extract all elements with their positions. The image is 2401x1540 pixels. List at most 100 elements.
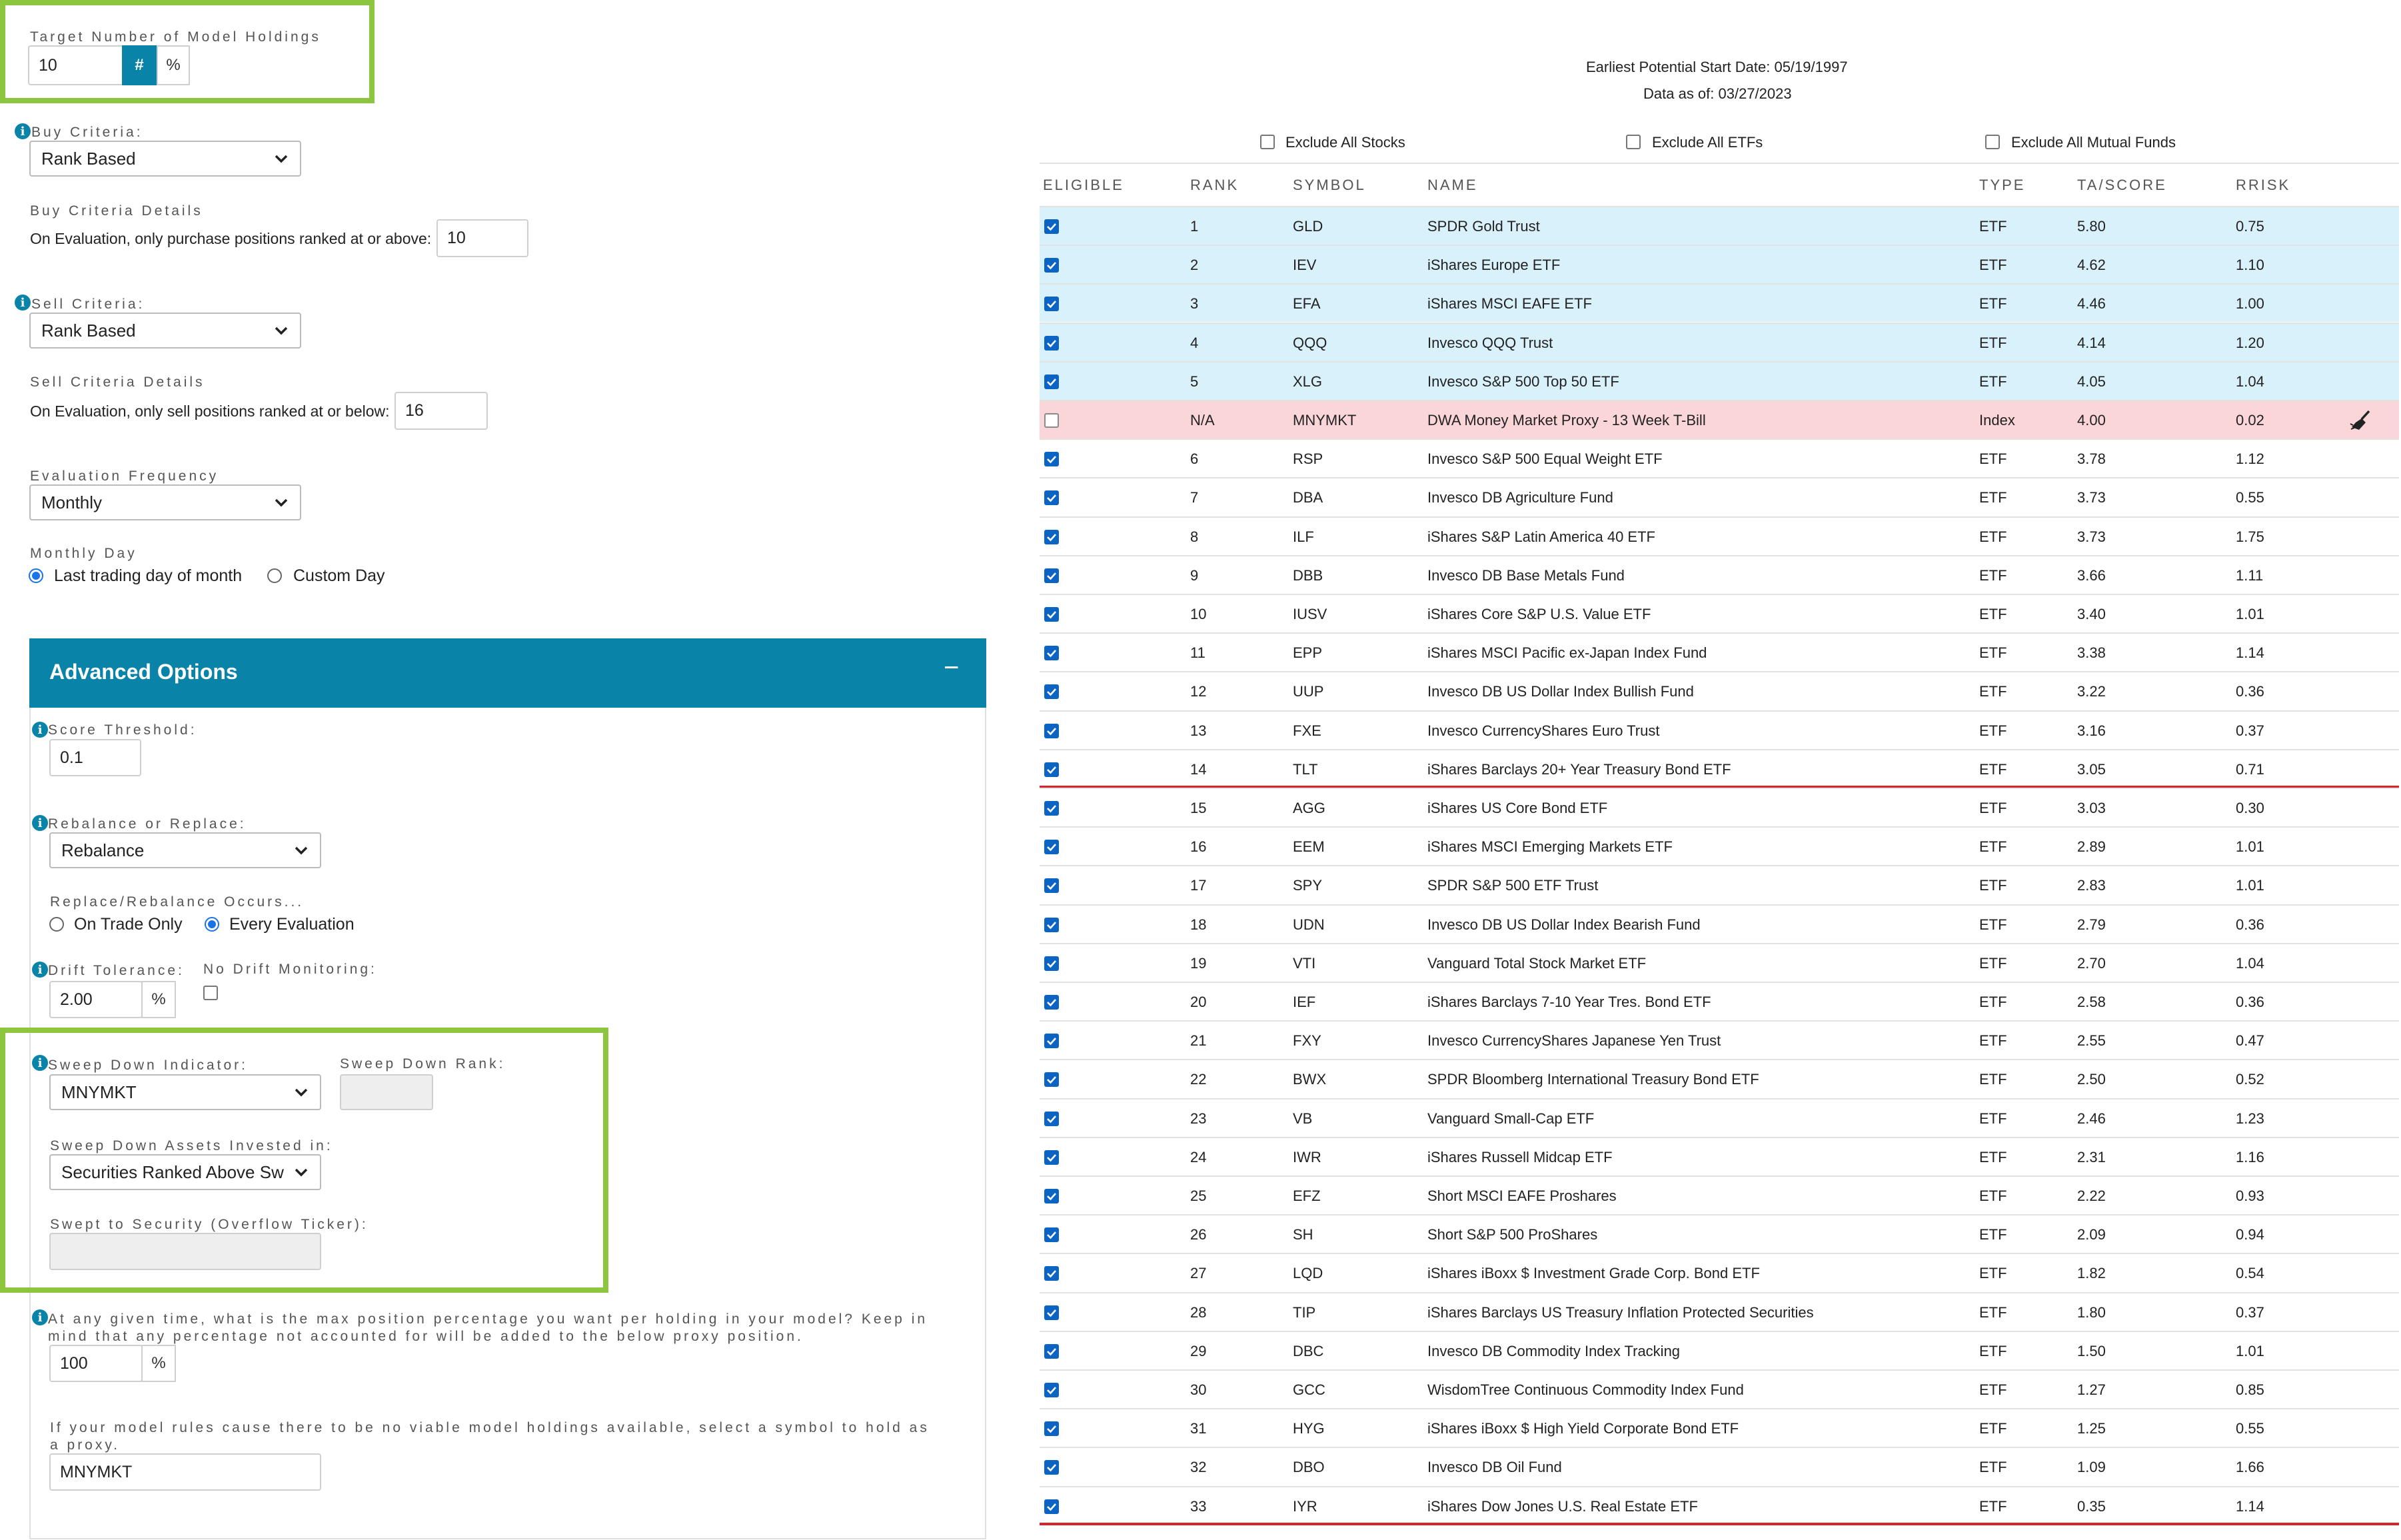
column-header-score[interactable]: TA/SCORE [2077, 177, 2167, 194]
eligible-checkbox[interactable] [1044, 801, 1059, 816]
eligible-checkbox[interactable] [1044, 646, 1059, 660]
column-header-type[interactable]: TYPE [1979, 177, 2025, 194]
eligible-checkbox[interactable] [1044, 1460, 1059, 1475]
table-row[interactable]: 28 TIP iShares Barclays US Treasury Inflat… [1040, 1292, 2399, 1331]
eligible-checkbox[interactable] [1044, 1383, 1059, 1397]
rebalance-replace-select[interactable]: Rebalance [49, 832, 321, 868]
table-row[interactable]: 14 TLT iShares Barclays 20+ Year Treasury … [1040, 749, 2399, 788]
table-row[interactable]: N/A MNYMKT DWA Money Market Proxy - 13 Wee… [1040, 400, 2399, 438]
evaluation-frequency-select[interactable]: Monthly [29, 484, 301, 520]
eligible-checkbox[interactable] [1044, 297, 1059, 311]
table-row[interactable]: 24 IWR iShares Russell Midcap ETF ETF 2.31 1.… [1040, 1137, 2399, 1175]
no-drift-checkbox[interactable] [203, 986, 218, 1000]
sweep-indicator-select[interactable]: MNYMKT [49, 1074, 321, 1110]
eligible-checkbox[interactable] [1044, 375, 1059, 389]
percent-mode-button[interactable]: % [157, 45, 190, 85]
eligible-checkbox[interactable] [1044, 995, 1059, 1010]
eligible-checkbox[interactable] [1044, 219, 1059, 234]
table-row[interactable]: 31 HYG iShares iBoxx $ High Yield Corporat… [1040, 1408, 2399, 1447]
eligible-checkbox[interactable] [1044, 1034, 1059, 1048]
table-row[interactable]: 3 EFA iShares MSCI EAFE ETF ETF 4.46 1.00 [1040, 283, 2399, 322]
table-row[interactable]: 17 SPY SPDR S&P 500 ETF Trust ETF 2.83 1.01 [1040, 865, 2399, 904]
eligible-checkbox[interactable] [1044, 724, 1059, 738]
rebalance-info-icon[interactable]: i [32, 815, 48, 831]
eligible-checkbox[interactable] [1044, 1266, 1059, 1281]
table-row[interactable]: 27 LQD iShares iBoxx $ Investment Grade Co… [1040, 1253, 2399, 1291]
sell-criteria-select[interactable]: Rank Based [29, 313, 301, 349]
eligible-checkbox[interactable] [1044, 258, 1059, 273]
sell-rank-input[interactable]: 16 [395, 392, 488, 430]
column-header-eligible[interactable]: ELIGIBLE [1043, 177, 1124, 194]
table-row[interactable]: 29 DBC Invesco DB Commodity Index Tracking… [1040, 1331, 2399, 1369]
table-row[interactable]: 15 AGG iShares US Core Bond ETF ETF 3.03 0.30 [1040, 788, 2399, 826]
eligible-checkbox[interactable] [1044, 1421, 1059, 1436]
table-row[interactable]: 5 XLG Invesco S&P 500 Top 50 ETF ETF 4.05 1.0… [1040, 361, 2399, 400]
table-row[interactable]: 6 RSP Invesco S&P 500 Equal Weight ETF ETF 3… [1040, 438, 2399, 477]
target-holdings-input[interactable]: 10 [28, 45, 125, 85]
eligible-checkbox[interactable] [1044, 530, 1059, 544]
table-row[interactable]: 7 DBA Invesco DB Agriculture Fund ETF 3.73 0.… [1040, 477, 2399, 516]
table-row[interactable]: 11 EPP iShares MSCI Pacific ex-Japan Index… [1040, 632, 2399, 671]
eligible-checkbox[interactable] [1044, 1112, 1059, 1126]
table-row[interactable]: 32 DBO Invesco DB Oil Fund ETF 1.09 1.66 [1040, 1447, 2399, 1485]
table-row[interactable]: 12 UUP Invesco DB US Dollar Index Bullish … [1040, 671, 2399, 710]
eligible-checkbox[interactable] [1044, 1344, 1059, 1359]
exclude-etfs-checkbox[interactable] [1626, 135, 1641, 149]
table-row[interactable]: 9 DBB Invesco DB Base Metals Fund ETF 3.66 1.… [1040, 555, 2399, 594]
radio-every-evaluation[interactable] [205, 917, 219, 932]
eligible-checkbox[interactable] [1044, 490, 1059, 505]
table-row[interactable]: 1 GLD SPDR Gold Trust ETF 5.80 0.75 [1040, 206, 2399, 245]
sweep-rank-input[interactable] [340, 1074, 433, 1110]
table-row[interactable]: 20 IEF iShares Barclays 7-10 Year Tres. Bo… [1040, 982, 2399, 1020]
swept-security-input[interactable] [49, 1233, 321, 1270]
table-row[interactable]: 25 EFZ Short MSCI EAFE Proshares ETF 2.22 0.9… [1040, 1175, 2399, 1214]
eligible-checkbox[interactable] [1044, 607, 1059, 622]
eligible-checkbox[interactable] [1044, 1189, 1059, 1203]
table-row[interactable]: 16 EEM iShares MSCI Emerging Markets ETF ET… [1040, 826, 2399, 865]
table-row[interactable]: 19 VTI Vanguard Total Stock Market ETF ETF 2… [1040, 943, 2399, 982]
buy-rank-input[interactable]: 10 [436, 219, 528, 257]
radio-on-trade-only[interactable] [49, 917, 64, 932]
advanced-options-header[interactable]: Advanced Options − [29, 638, 986, 708]
table-row[interactable]: 22 BWX SPDR Bloomberg International Treasu… [1040, 1059, 2399, 1098]
eligible-checkbox[interactable] [1044, 684, 1059, 699]
eligible-checkbox[interactable] [1044, 1072, 1059, 1087]
table-row[interactable]: 18 UDN Invesco DB US Dollar Index Bearish … [1040, 904, 2399, 943]
eligible-checkbox[interactable] [1044, 1305, 1059, 1320]
eligible-checkbox[interactable] [1044, 1150, 1059, 1165]
eligible-checkbox[interactable] [1044, 568, 1059, 583]
column-header-symbol[interactable]: SYMBOL [1293, 177, 1366, 194]
column-header-rrisk[interactable]: RRISK [2236, 177, 2290, 194]
table-row[interactable]: 21 FXY Invesco CurrencyShares Japanese Yen… [1040, 1020, 2399, 1059]
sweep-indicator-info-icon[interactable]: i [32, 1055, 48, 1071]
radio-custom-day[interactable] [267, 568, 282, 583]
drift-tolerance-info-icon[interactable]: i [32, 962, 48, 978]
sell-criteria-info-icon[interactable]: i [15, 295, 31, 311]
score-threshold-info-icon[interactable]: i [32, 722, 48, 738]
table-row[interactable]: 4 QQQ Invesco QQQ Trust ETF 4.14 1.20 [1040, 323, 2399, 361]
table-row[interactable]: 2 IEV iShares Europe ETF ETF 4.62 1.10 [1040, 245, 2399, 283]
max-position-input[interactable]: 100 [49, 1345, 143, 1382]
column-header-rank[interactable]: RANK [1190, 177, 1239, 194]
eligible-checkbox[interactable] [1044, 918, 1059, 932]
collapse-icon[interactable]: − [944, 653, 959, 683]
table-row[interactable]: 26 SH Short S&P 500 ProShares ETF 2.09 0.94 [1040, 1214, 2399, 1253]
eligible-checkbox[interactable] [1044, 1227, 1059, 1242]
max-position-info-icon[interactable]: i [32, 1309, 48, 1325]
proxy-input[interactable]: MNYMKT [49, 1453, 321, 1491]
eligible-checkbox[interactable] [1044, 1499, 1059, 1514]
table-row[interactable]: 23 VB Vanguard Small-Cap ETF ETF 2.46 1.23 [1040, 1098, 2399, 1137]
eligible-checkbox[interactable] [1044, 840, 1059, 854]
eligible-checkbox[interactable] [1044, 762, 1059, 777]
score-threshold-input[interactable]: 0.1 [49, 739, 141, 776]
sweep-assets-select[interactable]: Securities Ranked Above Sw [49, 1154, 321, 1190]
buy-criteria-info-icon[interactable]: i [15, 123, 31, 139]
buy-criteria-select[interactable]: Rank Based [29, 141, 301, 177]
eligible-checkbox[interactable] [1044, 452, 1059, 466]
table-row[interactable]: 33 IYR iShares Dow Jones U.S. Real Estate … [1040, 1486, 2399, 1525]
table-row[interactable]: 10 IUSV iShares Core S&P U.S. Value ETF ETF… [1040, 594, 2399, 632]
table-row[interactable]: 8 ILF iShares S&P Latin America 40 ETF ETF 3… [1040, 516, 2399, 555]
eligible-checkbox[interactable] [1044, 956, 1059, 971]
exclude-mutual-funds-checkbox[interactable] [1985, 135, 2000, 149]
table-row[interactable]: 13 FXE Invesco CurrencyShares Euro Trust ET… [1040, 710, 2399, 749]
